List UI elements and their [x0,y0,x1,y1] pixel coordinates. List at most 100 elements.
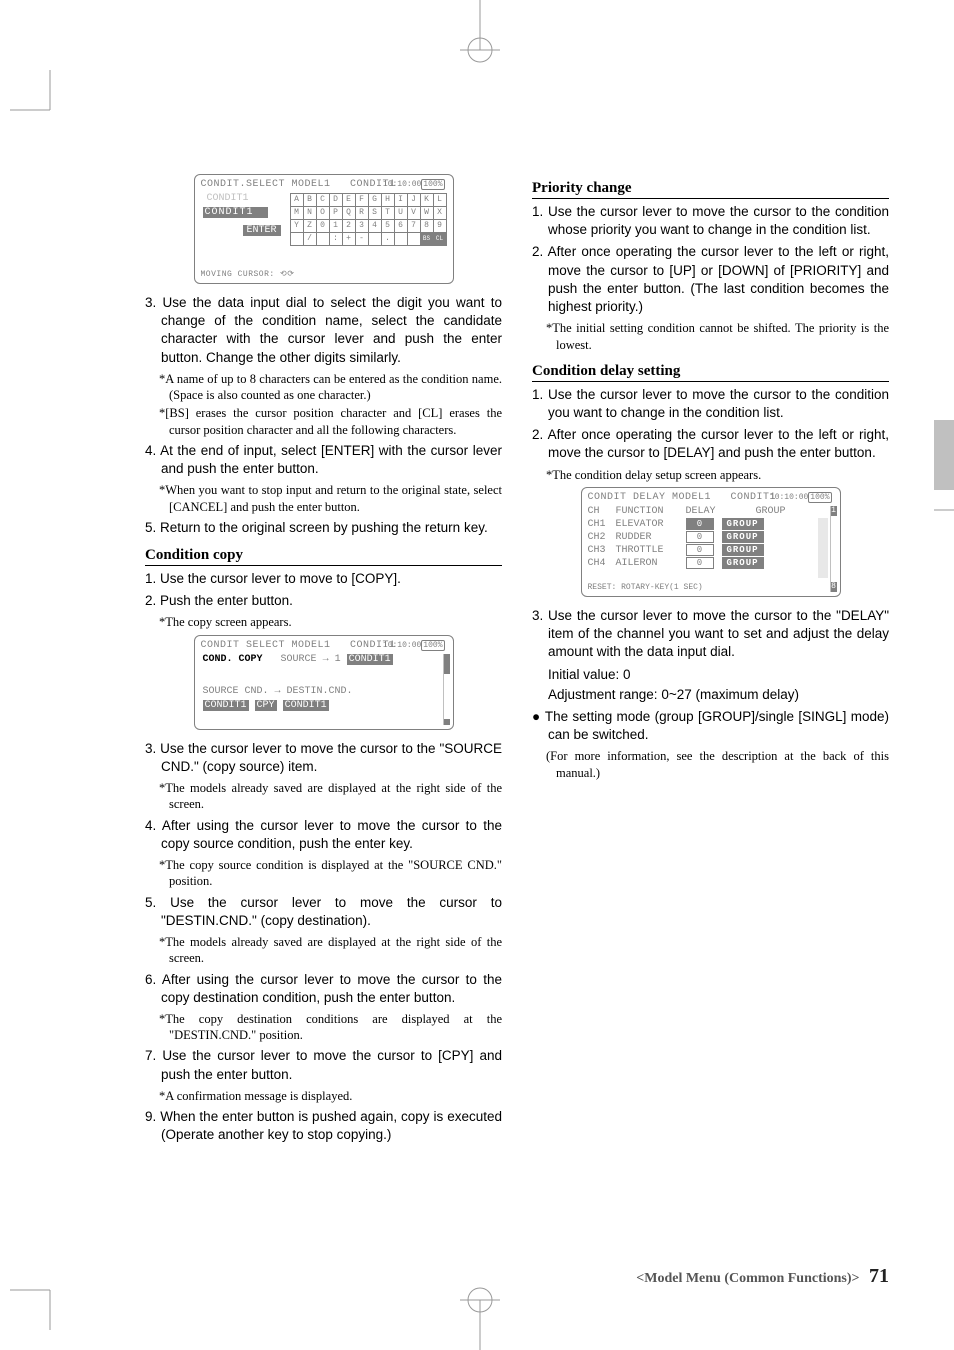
lcd2-src-cond[interactable]: CONDIT1 [203,700,249,711]
char-cell[interactable]: 7 [407,220,420,233]
scroll-bottom-index: 8 [831,582,837,592]
lcd2-source-value[interactable]: CONDIT1 [347,654,393,665]
char-cell[interactable]: W [420,207,433,220]
lcd1-char-grid[interactable]: ABCDEFGHIJKL MNOPQRSTUVWX YZ0123456789 /:+-… [290,193,447,246]
delay-value[interactable]: 0 [686,544,714,556]
lcd2-src-label: SOURCE [281,654,317,665]
char-cell[interactable] [368,233,381,246]
char-cell[interactable]: 6 [394,220,407,233]
char-cell[interactable] [316,233,329,246]
copy-note-7: *A confirmation message is displayed. [159,1088,502,1104]
lcd-cond-copy: CONDIT SELECT MODEL1 CONDIT1 10:10:00100… [194,635,454,730]
delay-bullet: ● The setting mode (group [GROUP]/single… [532,708,889,744]
char-cell[interactable]: Q [342,207,355,220]
char-cell[interactable]: 3 [355,220,368,233]
lcd2-dst-cond[interactable]: CONDIT1 [283,700,329,711]
lcd2-flow: SOURCE CND. → DESTIN.CND. [203,686,353,697]
char-cell[interactable]: : [329,233,342,246]
lcd2-cpy-button[interactable]: CPY [255,700,277,711]
char-cell[interactable]: P [329,207,342,220]
copy-note-3: *The models already saved are displayed … [159,780,502,813]
char-cell[interactable]: H [381,194,394,207]
char-cell[interactable]: 4 [368,220,381,233]
char-cell[interactable]: + [342,233,355,246]
char-cell[interactable]: U [394,207,407,220]
lcd2-scrollbar[interactable] [443,654,450,725]
char-cell[interactable]: M [290,207,303,220]
char-cell[interactable]: 5 [381,220,394,233]
char-cell[interactable]: V [407,207,420,220]
char-cell[interactable]: F [355,194,368,207]
char-cell[interactable] [290,233,303,246]
char-cell[interactable]: BS [420,233,433,246]
lcd3-hint: RESET: ROTARY-KEY(1 SEC) [588,583,703,592]
lcd1-title: CONDIT.SELECT MODEL1 [201,179,331,190]
lcd2-batt: 100% [421,640,444,651]
heading-condition-copy: Condition copy [145,547,502,566]
lcd1-name-field[interactable]: CONDIT1 [203,207,268,218]
char-cell[interactable]: D [329,194,342,207]
char-cell[interactable]: 8 [420,220,433,233]
ch-cell: CH1 [588,519,616,530]
copy-note-5: *The models already saved are displayed … [159,934,502,967]
lcd3-title: CONDIT DELAY MODEL1 [588,492,712,503]
char-cell[interactable]: X [433,207,446,220]
table-row: CH4AILERON0GROUP [588,557,828,570]
char-cell[interactable]: 9 [433,220,446,233]
char-cell[interactable]: Y [290,220,303,233]
lcd1-enter-button[interactable]: ENTER [243,225,281,236]
char-cell[interactable]: C [316,194,329,207]
lcd3-scrollbar[interactable]: 1 8 [830,506,837,592]
group-toggle[interactable]: GROUP [722,557,764,569]
copy-note-6: *The copy destination conditions are dis… [159,1011,502,1044]
char-cell[interactable]: . [381,233,394,246]
lcd1-name-grey: CONDIT1 [207,193,249,204]
copy-step-2: 2. Push the enter button. [145,592,502,610]
char-cell[interactable]: 1 [329,220,342,233]
char-cell[interactable]: Z [303,220,316,233]
char-cell[interactable]: I [394,194,407,207]
footer-section: <Model Menu (Common Functions)> [636,1271,859,1286]
char-cell[interactable]: J [407,194,420,207]
lcd-condit-select-name: CONDIT.SELECT MODEL1 CONDIT1 10:10:00100… [194,174,454,284]
lcd2-title: CONDIT SELECT MODEL1 [201,640,331,651]
char-cell[interactable]: K [420,194,433,207]
delay-value[interactable]: 0 [686,557,714,569]
delay-value[interactable]: 0 [686,531,714,543]
char-cell[interactable]: O [316,207,329,220]
group-toggle[interactable]: GROUP [722,531,764,543]
priority-step-2: 2. After once operating the cursor lever… [532,243,889,316]
table-row: CH2RUDDER0GROUP [588,531,828,544]
char-cell[interactable]: S [368,207,381,220]
char-cell[interactable]: 2 [342,220,355,233]
char-cell[interactable]: - [355,233,368,246]
char-cell[interactable]: 0 [316,220,329,233]
crop-mark-bl [10,1280,60,1330]
char-cell[interactable]: N [303,207,316,220]
delay-bullet-note: (For more information, see the descripti… [546,748,889,781]
fn-cell: THROTTLE [616,545,686,556]
lcd2-index: 1 [335,654,341,665]
delay-range: Adjustment range: 0~27 (maximum delay) [548,686,889,704]
table-row: CH1ELEVATOR0GROUP [588,518,828,531]
char-cell[interactable]: R [355,207,368,220]
group-toggle[interactable]: GROUP [722,518,764,530]
char-cell[interactable]: T [381,207,394,220]
priority-note-2: *The initial setting condition cannot be… [546,320,889,353]
char-cell[interactable]: B [303,194,316,207]
group-toggle[interactable]: GROUP [722,544,764,556]
delay-value[interactable]: 0 [686,518,714,530]
copy-step-4: 4. After using the cursor lever to move … [145,817,502,853]
delay-initial-value: Initial value: 0 [548,666,889,684]
char-cell[interactable]: A [290,194,303,207]
step-3: 3. Use the data input dial to select the… [145,294,502,367]
char-cell[interactable] [394,233,407,246]
copy-step-3: 3. Use the cursor lever to move the curs… [145,740,502,776]
char-cell[interactable] [407,233,420,246]
char-cell[interactable]: L [433,194,446,207]
char-cell[interactable]: E [342,194,355,207]
char-cell[interactable]: G [368,194,381,207]
char-cell[interactable]: CL [433,233,446,246]
lcd3-col-fn: FUNCTION [616,506,686,517]
char-cell[interactable]: / [303,233,316,246]
